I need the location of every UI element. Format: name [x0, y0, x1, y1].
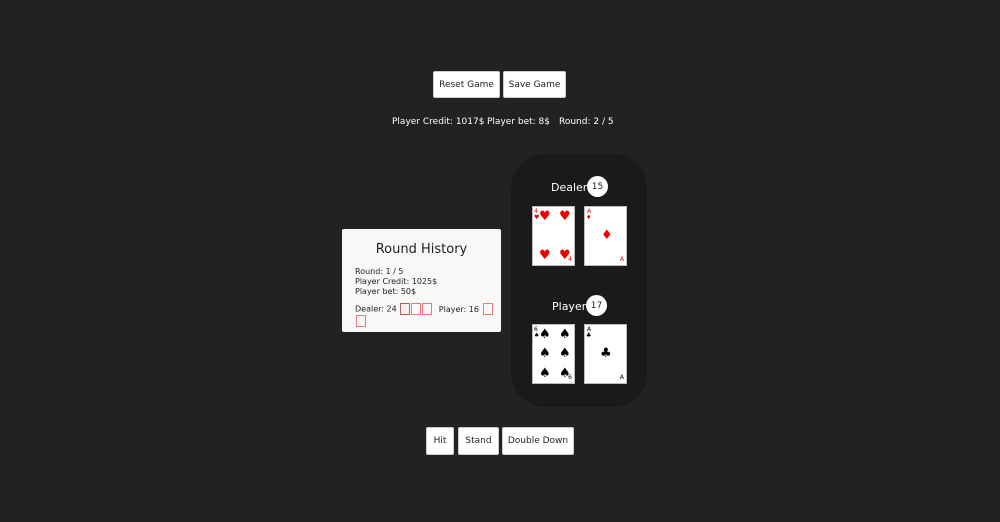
round-counter: Round: 2 / 5 — [559, 117, 614, 127]
dealer-card-1: 4 ♥ ♥ ♥ ♥ ♥ 4 — [532, 206, 575, 266]
card-corner-rank: A — [619, 374, 624, 381]
player-card-1: 6 ♠ ♠ ♠ ♠ ♠ ♠ ♠ 6 — [532, 324, 575, 384]
mini-card-icon — [482, 303, 493, 315]
history-player-score: Player: 16 — [438, 304, 479, 314]
card-corner-rank: 4 — [568, 256, 572, 263]
history-dealer-score: Dealer: 24 — [355, 304, 397, 314]
mini-card-icon — [356, 315, 366, 327]
history-bet: Player bet: 50$ — [355, 287, 417, 296]
spade-icon: ♠ — [539, 346, 551, 361]
dealer-label: Dealer — [551, 181, 588, 194]
heart-icon: ♥ — [539, 209, 551, 224]
spade-icon: ♠ — [539, 366, 551, 381]
player-bet: Player bet: 8$ — [487, 117, 550, 127]
heart-icon: ♥ — [539, 248, 551, 263]
player-label: Player — [552, 300, 587, 313]
history-hands: Dealer: 24 Player: 16 — [355, 303, 501, 327]
card-corner-rank: 6 — [568, 374, 572, 381]
history-round: Round: 1 / 5 — [355, 267, 404, 276]
player-credit: Player Credit: 1017$ — [392, 117, 485, 127]
player-score: 17 — [586, 295, 607, 316]
dealer-score: 15 — [587, 176, 608, 197]
mini-card-icon — [411, 303, 422, 315]
card-corner-rank: A — [619, 256, 624, 263]
club-icon: ♣ — [586, 332, 592, 339]
history-credit: Player Credit: 1025$ — [355, 277, 438, 286]
spade-icon: ♠ — [539, 327, 551, 342]
player-card-2: A ♣ ♣ A — [584, 324, 627, 384]
double-down-button[interactable]: Double Down — [502, 427, 574, 455]
round-history-title: Round History — [375, 242, 468, 257]
spade-icon: ♠ — [559, 346, 571, 361]
spade-icon: ♠ — [559, 327, 571, 342]
diamond-icon: ♦ — [586, 214, 592, 221]
save-game-button[interactable]: Save Game — [503, 71, 566, 98]
round-history-panel: Round History Round: 1 / 5 Player Credit… — [342, 229, 501, 332]
dealer-card-2: A ♦ ♦ A — [584, 206, 627, 266]
reset-game-button[interactable]: Reset Game — [433, 71, 500, 98]
heart-icon: ♥ — [559, 209, 571, 224]
club-icon: ♣ — [600, 346, 612, 361]
mini-card-icon — [422, 303, 433, 315]
stand-button[interactable]: Stand — [458, 427, 499, 455]
diamond-icon: ♦ — [601, 228, 613, 243]
mini-card-icon — [400, 303, 411, 315]
hit-button[interactable]: Hit — [426, 427, 454, 455]
